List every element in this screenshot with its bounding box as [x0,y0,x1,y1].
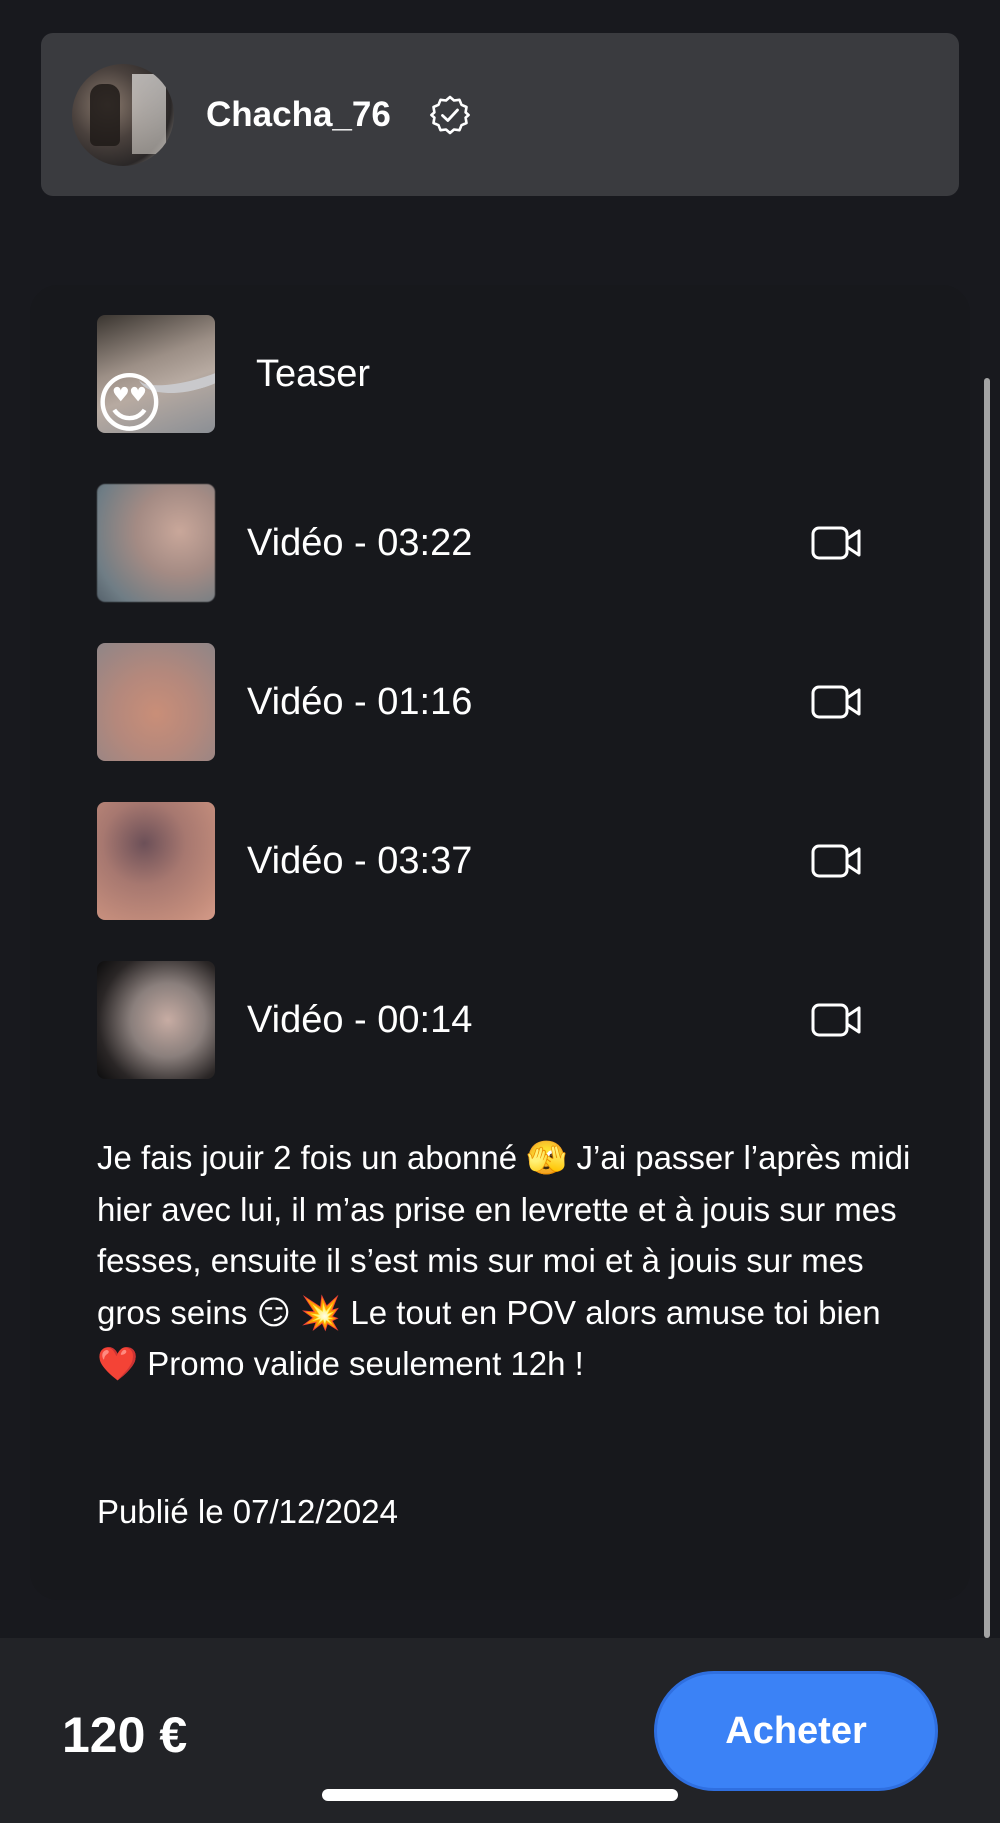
red-heart-emoji: ❤️ [97,1344,139,1383]
description-text [291,1294,300,1331]
smirk-emoji: 😏 [256,1292,291,1332]
published-date: Publié le 07/12/2024 [97,1493,398,1530]
video-camera-icon [811,844,861,878]
teaser-label: Teaser [256,352,371,395]
collision-emoji: 💥 [300,1292,342,1332]
home-indicator[interactable] [322,1789,678,1801]
description-text: Le tout en POV alors amuse toi bien [341,1293,881,1331]
description-text: Promo valide seulement 12h ! [138,1345,584,1382]
post-detail-screen: Chacha_76 😍 Teaser Vidéo - 03:22 Vidéo -… [0,0,1000,1823]
post-description: Je fais jouir 2 fois un abonné 🫣 J’ai pa… [97,1132,917,1390]
video-thumbnail[interactable] [97,484,215,602]
avatar[interactable] [72,63,174,166]
video-camera-icon [811,685,861,719]
scrollbar[interactable] [984,378,990,1638]
price-label: 120 € [62,1707,188,1763]
video-label: Vidéo - 03:22 [247,521,473,564]
teaser-thumbnail[interactable]: 😍 [97,315,215,433]
media-item-video[interactable]: Vidéo - 00:14 [97,961,877,1079]
video-thumbnail[interactable] [97,643,215,761]
buy-button[interactable]: Acheter [654,1671,938,1791]
media-item-video[interactable]: Vidéo - 01:16 [97,643,877,761]
verified-badge-icon [429,94,471,136]
video-thumbnail[interactable] [97,961,215,1079]
video-camera-icon [811,1003,861,1037]
media-item-video[interactable]: Vidéo - 03:22 [97,484,877,602]
description-text: Je fais jouir 2 fois un abonné [97,1139,527,1176]
video-camera-icon [811,526,861,560]
media-item-video[interactable]: Vidéo - 03:37 [97,802,877,920]
video-label: Vidéo - 03:37 [247,839,473,882]
creator-username[interactable]: Chacha_76 [206,95,391,135]
heart-eyes-emoji: 😍 [97,365,164,434]
media-item-teaser[interactable]: 😍 Teaser [97,315,877,433]
video-label: Vidéo - 00:14 [247,998,473,1041]
video-thumbnail[interactable] [97,802,215,920]
creator-header-card[interactable]: Chacha_76 [41,33,959,196]
post-content-panel [30,285,970,1600]
video-label: Vidéo - 01:16 [247,680,473,723]
hiding-face-emoji: 🫣 [526,1138,568,1177]
